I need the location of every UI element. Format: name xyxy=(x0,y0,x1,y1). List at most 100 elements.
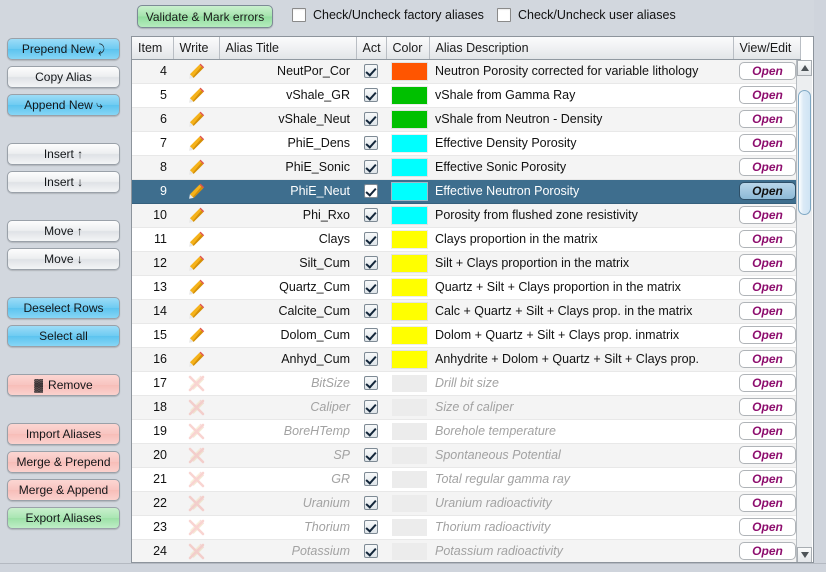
color-swatch[interactable] xyxy=(392,206,427,224)
cell-alias-description[interactable]: Size of caliper xyxy=(429,395,733,420)
column-header-item[interactable]: Item xyxy=(132,37,174,60)
cell-write[interactable] xyxy=(173,155,219,180)
pencil-edit-icon[interactable] xyxy=(188,159,205,176)
color-swatch[interactable] xyxy=(392,302,427,320)
open-button[interactable]: Open xyxy=(739,254,796,272)
cell-write[interactable] xyxy=(173,467,219,492)
cell-view-edit[interactable]: Open xyxy=(733,155,800,180)
cell-color[interactable] xyxy=(386,299,429,324)
color-swatch[interactable] xyxy=(392,350,427,368)
sidebar-button-remove[interactable]: ▓ Remove xyxy=(7,374,120,396)
cell-color[interactable] xyxy=(386,203,429,228)
cell-alias-description[interactable]: Quartz + Silt + Clays proportion in the … xyxy=(429,275,733,300)
cell-act[interactable] xyxy=(356,203,386,228)
cell-write[interactable] xyxy=(173,227,219,252)
color-swatch[interactable] xyxy=(392,518,427,536)
cell-act[interactable] xyxy=(356,515,386,540)
cell-write[interactable] xyxy=(173,275,219,300)
cell-alias-description[interactable]: Anhydrite + Dolom + Quartz + Silt + Clay… xyxy=(429,347,733,372)
cell-view-edit[interactable]: Open xyxy=(733,251,800,276)
column-header-act[interactable]: Act xyxy=(356,37,387,60)
cell-alias-title[interactable]: PhiE_Dens xyxy=(219,131,356,156)
cell-view-edit[interactable]: Open xyxy=(733,83,800,108)
act-checkbox[interactable] xyxy=(364,472,378,487)
open-button[interactable]: Open xyxy=(739,230,796,248)
pencil-edit-icon[interactable] xyxy=(188,207,205,224)
sidebar-button-insert[interactable]: Insert ↑ xyxy=(7,143,120,165)
color-swatch[interactable] xyxy=(392,254,427,272)
cell-view-edit[interactable]: Open xyxy=(733,323,800,348)
color-swatch[interactable] xyxy=(392,86,427,104)
color-swatch[interactable] xyxy=(392,62,427,80)
cell-alias-title[interactable]: Silt_Cum xyxy=(219,251,356,276)
table-row[interactable]: 17 BitSize Drill bit size Open xyxy=(132,371,800,396)
user-aliases-checkbox-group[interactable]: Check/Uncheck user aliases xyxy=(497,8,676,22)
cell-view-edit[interactable]: Open xyxy=(733,491,800,516)
cell-view-edit[interactable]: Open xyxy=(733,131,800,156)
open-button[interactable]: Open xyxy=(739,422,796,440)
pencil-edit-icon[interactable] xyxy=(188,351,205,368)
sidebar-button-prepend-new[interactable]: Prepend New ⤸ xyxy=(7,38,120,60)
cell-act[interactable] xyxy=(356,371,386,396)
table-row[interactable]: 11 Clays Clays proportion in the matrix Ope… xyxy=(132,227,800,252)
sidebar-button-insert[interactable]: Insert ↓ xyxy=(7,171,120,193)
cell-alias-title[interactable]: Thorium xyxy=(219,515,356,540)
cell-color[interactable] xyxy=(386,131,429,156)
cell-act[interactable] xyxy=(356,107,386,132)
cell-write[interactable] xyxy=(173,371,219,396)
cell-write[interactable] xyxy=(173,395,219,420)
cell-alias-description[interactable]: Silt + Clays proportion in the matrix xyxy=(429,251,733,276)
column-header-color[interactable]: Color xyxy=(386,37,430,60)
cell-alias-title[interactable]: vShale_Neut xyxy=(219,107,356,132)
cell-alias-title[interactable]: BitSize xyxy=(219,371,356,396)
cell-alias-description[interactable]: Effective Density Porosity xyxy=(429,131,733,156)
cell-view-edit[interactable]: Open xyxy=(733,179,800,204)
cell-color[interactable] xyxy=(386,419,429,444)
cell-view-edit[interactable]: Open xyxy=(733,515,800,540)
open-button[interactable]: Open xyxy=(739,518,796,536)
color-swatch[interactable] xyxy=(392,494,427,512)
act-checkbox[interactable] xyxy=(364,184,378,199)
table-row[interactable]: 19 BoreHTemp Borehole temperature Open xyxy=(132,419,800,444)
act-checkbox[interactable] xyxy=(364,544,378,559)
act-checkbox[interactable] xyxy=(364,64,378,79)
cell-color[interactable] xyxy=(386,179,429,204)
cell-color[interactable] xyxy=(386,491,429,516)
sidebar-button-move[interactable]: Move ↓ xyxy=(7,248,120,270)
table-row[interactable]: 10 Phi_Rxo Porosity from flushed zone resi… xyxy=(132,203,800,228)
cell-alias-title[interactable]: PhiE_Sonic xyxy=(219,155,356,180)
pencil-edit-icon[interactable] xyxy=(188,135,205,152)
pencil-edit-icon[interactable] xyxy=(188,87,205,104)
color-swatch[interactable] xyxy=(392,422,427,440)
cell-write[interactable] xyxy=(173,83,219,108)
open-button[interactable]: Open xyxy=(739,398,796,416)
table-row[interactable]: 5 vShale_GR vShale from Gamma Ray Open xyxy=(132,83,800,108)
open-button[interactable]: Open xyxy=(739,350,796,368)
open-button[interactable]: Open xyxy=(739,158,796,176)
cell-act[interactable] xyxy=(356,59,386,84)
cell-write[interactable] xyxy=(173,515,219,540)
cell-act[interactable] xyxy=(356,131,386,156)
color-swatch[interactable] xyxy=(392,542,427,560)
cell-alias-title[interactable]: Calcite_Cum xyxy=(219,299,356,324)
cell-write[interactable] xyxy=(173,323,219,348)
open-button[interactable]: Open xyxy=(739,278,796,296)
act-checkbox[interactable] xyxy=(364,136,378,151)
column-header-alias-title[interactable]: Alias Title xyxy=(219,37,357,60)
scroll-down-arrow-icon[interactable] xyxy=(797,547,812,562)
act-checkbox[interactable] xyxy=(364,520,378,535)
color-swatch[interactable] xyxy=(392,326,427,344)
cell-act[interactable] xyxy=(356,539,386,562)
open-button[interactable]: Open xyxy=(739,446,796,464)
cell-alias-title[interactable]: SP xyxy=(219,443,356,468)
table-row[interactable]: 24 Potassium Potassium radioactivity Open xyxy=(132,539,800,562)
color-swatch[interactable] xyxy=(392,158,427,176)
act-checkbox[interactable] xyxy=(364,280,378,295)
table-row[interactable]: 15 Dolom_Cum Dolom + Quartz + Silt + Clays… xyxy=(132,323,800,348)
color-swatch[interactable] xyxy=(392,182,427,200)
cell-color[interactable] xyxy=(386,83,429,108)
pencil-edit-icon[interactable] xyxy=(188,279,205,296)
color-swatch[interactable] xyxy=(392,134,427,152)
factory-aliases-checkbox-group[interactable]: Check/Uncheck factory aliases xyxy=(292,8,484,22)
act-checkbox[interactable] xyxy=(364,352,378,367)
